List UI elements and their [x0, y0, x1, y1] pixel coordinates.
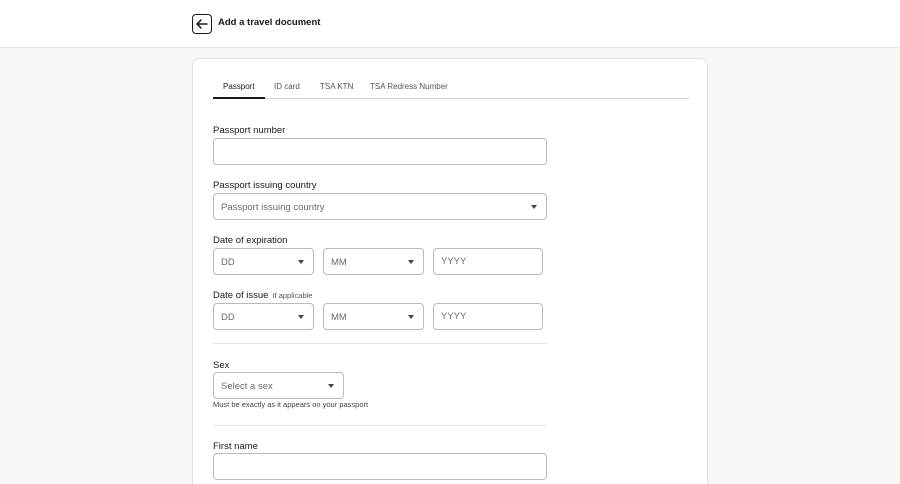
arrow-left-icon [196, 19, 208, 29]
travel-document-card: Passport ID card TSA KTN TSA Redress Num… [192, 58, 708, 484]
sex-helper-text: Must be exactly as it appears on your pa… [213, 400, 369, 409]
page-title: Add a travel document [218, 17, 321, 28]
expiration-day-select[interactable]: DD [213, 248, 314, 275]
chevron-down-icon [531, 205, 537, 209]
tab-passport[interactable]: Passport [223, 82, 255, 91]
issuing-country-select[interactable]: Passport issuing country [213, 193, 547, 220]
passport-number-label: Passport number [213, 125, 286, 136]
issue-day-value: DD [221, 312, 235, 323]
sex-select[interactable]: Select a sex [213, 372, 344, 399]
active-tab-indicator [213, 97, 265, 99]
issue-hint: If applicable [272, 291, 313, 300]
expiration-month-value: MM [331, 257, 347, 268]
sex-value: Select a sex [221, 381, 273, 392]
top-bar: Add a travel document [0, 0, 900, 48]
document-tabs: Passport ID card TSA KTN TSA Redress Num… [213, 73, 689, 99]
issue-label: Date of issue If applicable [213, 290, 312, 301]
sex-label: Sex [213, 360, 230, 371]
first-name-input[interactable] [213, 453, 547, 480]
back-button[interactable] [192, 14, 212, 34]
expiration-label: Date of expiration [213, 235, 288, 246]
section-divider [213, 425, 547, 426]
issuing-country-value: Passport issuing country [221, 202, 325, 213]
passport-number-input[interactable] [213, 138, 547, 165]
issue-month-value: MM [331, 312, 347, 323]
tab-id-card[interactable]: ID card [274, 82, 300, 91]
chevron-down-icon [298, 315, 304, 319]
issuing-country-label: Passport issuing country [213, 180, 317, 191]
chevron-down-icon [408, 315, 414, 319]
first-name-label: First name [213, 441, 258, 452]
tab-tsa-ktn[interactable]: TSA KTN [320, 82, 353, 91]
chevron-down-icon [298, 260, 304, 264]
issue-month-select[interactable]: MM [323, 303, 424, 330]
issue-day-select[interactable]: DD [213, 303, 314, 330]
chevron-down-icon [408, 260, 414, 264]
expiration-month-select[interactable]: MM [323, 248, 424, 275]
chevron-down-icon [328, 384, 334, 388]
expiration-day-value: DD [221, 257, 235, 268]
expiration-year-input[interactable] [433, 248, 543, 275]
issue-label-text: Date of issue [213, 290, 269, 301]
tab-tsa-redress-number[interactable]: TSA Redress Number [370, 82, 448, 91]
section-divider [213, 343, 547, 344]
issue-year-input[interactable] [433, 303, 543, 330]
